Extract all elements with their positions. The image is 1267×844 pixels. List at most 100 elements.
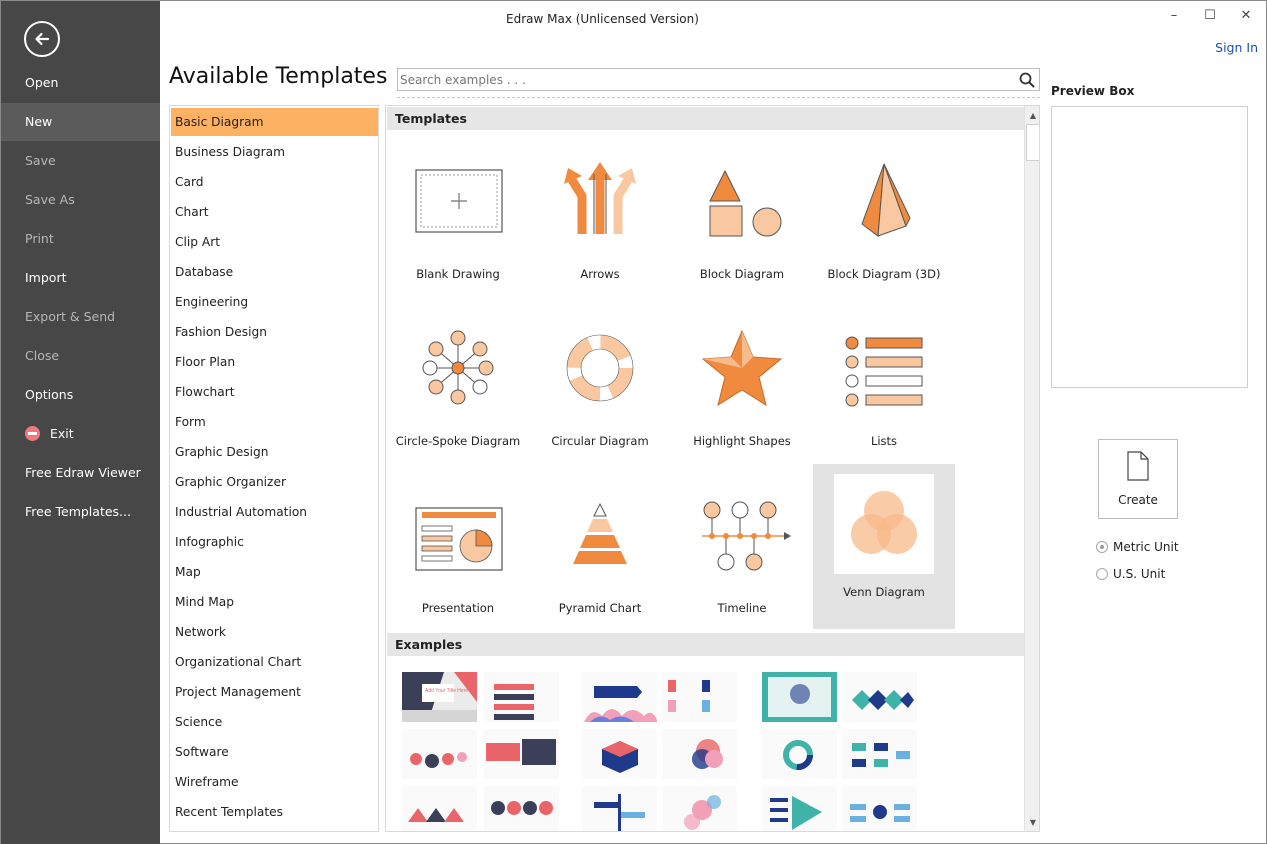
category-flowchart[interactable]: Flowchart	[171, 378, 378, 406]
menu-import[interactable]: Import	[1, 259, 160, 297]
category-engineering[interactable]: Engineering	[171, 288, 378, 316]
category-mind-map[interactable]: Mind Map	[171, 588, 378, 616]
template-label: Venn Diagram	[843, 585, 925, 599]
menu-new[interactable]: New	[1, 103, 160, 141]
example-thumbnail[interactable]	[662, 786, 737, 831]
scroll-up-icon[interactable]: ▲	[1027, 110, 1039, 122]
category-map[interactable]: Map	[171, 558, 378, 586]
create-button[interactable]: Create	[1098, 439, 1178, 519]
template-highlight-shapes[interactable]: Highlight Shapes	[671, 313, 813, 478]
example-thumbnail[interactable]: Add Your Title Here	[402, 672, 477, 722]
template-arrows[interactable]: Arrows	[529, 146, 671, 311]
template-label: Highlight Shapes	[693, 434, 791, 448]
template-presentation[interactable]: Presentation	[387, 480, 529, 645]
example-thumbnail[interactable]	[842, 729, 917, 779]
menu-free-edraw-viewer[interactable]: Free Edraw Viewer	[1, 454, 160, 492]
menu-close[interactable]: Close	[1, 337, 160, 375]
back-button[interactable]	[24, 21, 60, 57]
circle-spoke-icon	[422, 330, 494, 405]
new-document-icon	[1127, 451, 1149, 481]
category-business-diagram[interactable]: Business Diagram	[171, 138, 378, 166]
example-thumbnail[interactable]	[842, 672, 917, 722]
template-blank-drawing[interactable]: Blank Drawing	[387, 146, 529, 311]
example-thumbnail[interactable]	[484, 729, 559, 779]
example-preview-image	[584, 686, 657, 722]
example-thumbnail[interactable]	[484, 786, 559, 831]
example-thumbnail[interactable]	[402, 786, 477, 831]
example-preview-image	[494, 684, 534, 720]
example-thumbnail[interactable]	[484, 672, 559, 722]
category-fashion-design[interactable]: Fashion Design	[171, 318, 378, 346]
minimize-button[interactable]: –	[1164, 6, 1184, 26]
menu-options[interactable]: Options	[1, 376, 160, 414]
us-unit-radio[interactable]	[1096, 568, 1108, 580]
category-graphic-organizer[interactable]: Graphic Organizer	[171, 468, 378, 496]
category-wireframe[interactable]: Wireframe	[171, 768, 378, 796]
template-circular-diagram[interactable]: Circular Diagram	[529, 313, 671, 478]
template-block-diagram[interactable]: Block Diagram	[671, 146, 813, 311]
example-thumbnail[interactable]	[402, 729, 477, 779]
example-thumbnail[interactable]	[762, 786, 837, 831]
category-form[interactable]: Form	[171, 408, 378, 436]
example-thumbnail[interactable]	[662, 729, 737, 779]
menu-save[interactable]: Save	[1, 142, 160, 180]
example-thumbnail[interactable]	[582, 729, 657, 779]
metric-unit-label: Metric Unit	[1113, 540, 1179, 554]
example-thumbnail[interactable]	[842, 786, 917, 831]
search-icon[interactable]	[1018, 71, 1036, 89]
category-database[interactable]: Database	[171, 258, 378, 286]
example-preview-image	[594, 794, 645, 831]
example-title-text: Add Your Title Here	[425, 688, 468, 694]
template-circle-spoke[interactable]: Circle-Spoke Diagram	[387, 313, 529, 478]
template-pyramid-chart[interactable]: Pyramid Chart	[529, 480, 671, 645]
search-box	[397, 68, 1040, 91]
category-project-management[interactable]: Project Management	[171, 678, 378, 706]
scroll-down-icon[interactable]: ▼	[1027, 817, 1039, 829]
category-basic-diagram[interactable]: Basic Diagram	[171, 108, 378, 136]
templates-scrollbar[interactable]: ▲ ▼	[1024, 106, 1039, 831]
template-timeline[interactable]: Timeline	[671, 480, 813, 645]
category-chart[interactable]: Chart	[171, 198, 378, 226]
example-thumbnail[interactable]	[762, 672, 837, 722]
example-thumbnail[interactable]	[582, 786, 657, 831]
search-input[interactable]	[400, 70, 1005, 89]
template-label: Arrows	[580, 267, 620, 281]
category-card[interactable]: Card	[171, 168, 378, 196]
template-label: Circular Diagram	[551, 434, 649, 448]
close-window-button[interactable]: ✕	[1236, 6, 1256, 26]
menu-export-send[interactable]: Export & Send	[1, 298, 160, 336]
template-venn-diagram[interactable]: Venn Diagram	[813, 464, 955, 629]
template-block-diagram-3d[interactable]: Block Diagram (3D)	[813, 146, 955, 311]
template-label: Presentation	[421, 601, 495, 615]
category-science[interactable]: Science	[171, 708, 378, 736]
maximize-button[interactable]: ☐	[1200, 6, 1220, 26]
example-thumbnail[interactable]	[762, 729, 837, 779]
menu-free-templates[interactable]: Free Templates...	[1, 493, 160, 531]
sign-in-link[interactable]: Sign In	[1215, 40, 1258, 55]
category-network[interactable]: Network	[171, 618, 378, 646]
template-label: Block Diagram	[699, 267, 785, 281]
example-thumbnail[interactable]	[582, 672, 657, 722]
metric-unit-radio[interactable]	[1096, 541, 1108, 553]
category-organizational-chart[interactable]: Organizational Chart	[171, 648, 378, 676]
example-preview-image	[486, 739, 556, 765]
scroll-thumb[interactable]	[1026, 124, 1039, 161]
menu-print[interactable]: Print	[1, 220, 160, 258]
category-infographic[interactable]: Infographic	[171, 528, 378, 556]
category-industrial-automation[interactable]: Industrial Automation	[171, 498, 378, 526]
category-software[interactable]: Software	[171, 738, 378, 766]
template-lists[interactable]: Lists	[813, 313, 955, 478]
metric-unit-option[interactable]: Metric Unit	[1096, 540, 1179, 554]
category-clip-art[interactable]: Clip Art	[171, 228, 378, 256]
category-graphic-design[interactable]: Graphic Design	[171, 438, 378, 466]
category-floor-plan[interactable]: Floor Plan	[171, 348, 378, 376]
template-label: Block Diagram (3D)	[827, 267, 941, 281]
category-recent-templates[interactable]: Recent Templates	[171, 798, 378, 826]
example-thumbnail[interactable]	[662, 672, 737, 722]
menu-exit[interactable]: Exit	[1, 415, 160, 453]
menu-save-as[interactable]: Save As	[1, 181, 160, 219]
example-preview-image	[762, 672, 837, 722]
us-unit-option[interactable]: U.S. Unit	[1096, 567, 1165, 581]
menu-open[interactable]: Open	[1, 64, 160, 102]
template-label: Circle-Spoke Diagram	[395, 434, 521, 448]
